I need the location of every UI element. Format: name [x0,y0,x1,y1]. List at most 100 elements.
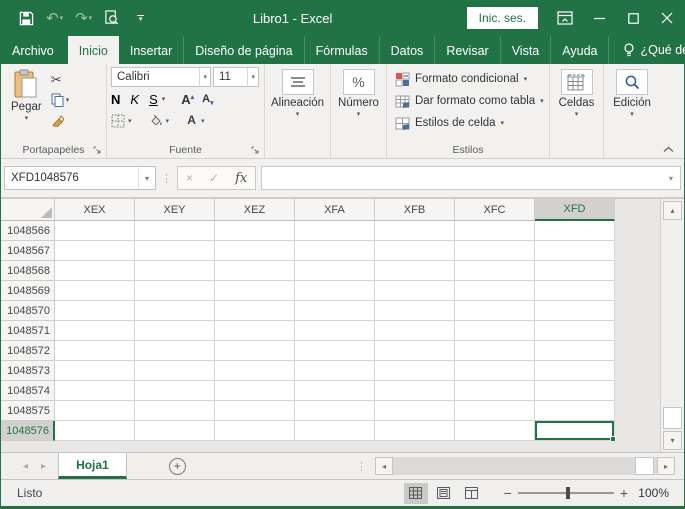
save-button[interactable] [15,9,38,28]
page-layout-view-button[interactable] [432,483,456,504]
cell-XEY1048575[interactable] [135,401,215,421]
cell-XFD1048572[interactable] [535,341,615,361]
cell-XFC1048567[interactable] [455,241,535,261]
cell-XEY1048573[interactable] [135,361,215,381]
cell-XEY1048576[interactable] [135,421,215,441]
cell-XEZ1048568[interactable] [215,261,295,281]
cell-XEY1048572[interactable] [135,341,215,361]
cell-XFB1048568[interactable] [375,261,455,281]
cell-XEX1048576[interactable] [55,421,135,441]
zoom-in-button[interactable]: + [614,485,634,501]
tab-archivo[interactable]: Archivo [1,36,68,64]
cell-XEZ1048567[interactable] [215,241,295,261]
alignment-button[interactable]: Alineación ▾ [265,67,330,142]
confirm-entry-icon[interactable]: ✓ [209,171,219,185]
cell-XFD1048567[interactable] [535,241,615,261]
cell-XFC1048573[interactable] [455,361,535,381]
formula-input[interactable]: ▾ [261,166,681,190]
zoom-slider-thumb[interactable] [565,487,570,499]
format-as-table-button[interactable]: Dar formato como tabla ▾ [391,91,548,111]
sign-in-button[interactable]: Inic. ses. [466,7,538,29]
tab-datos[interactable]: Datos [380,36,436,64]
cell-XFB1048573[interactable] [375,361,455,381]
name-box[interactable]: XFD1048576 ▾ [4,166,156,190]
redo-caret-icon[interactable]: ▾ [89,14,93,22]
cell-XFC1048571[interactable] [455,321,535,341]
cell-XEZ1048570[interactable] [215,301,295,321]
cell-XFB1048575[interactable] [375,401,455,421]
cell-XFD1048569[interactable] [535,281,615,301]
cell-XFC1048574[interactable] [455,381,535,401]
cell-XFB1048570[interactable] [375,301,455,321]
row-header-1048566[interactable]: 1048566 [1,221,55,241]
tab-vista[interactable]: Vista [501,36,552,64]
cell-XEY1048567[interactable] [135,241,215,261]
tab-insertar[interactable]: Insertar [119,36,185,64]
print-preview-button[interactable] [100,8,123,28]
shrink-font-button[interactable]: A▾ [202,93,213,107]
row-header-1048572[interactable]: 1048572 [1,341,55,361]
horizontal-scroll-track[interactable] [393,457,657,475]
page-break-view-button[interactable] [460,483,484,504]
cell-XFB1048576[interactable] [375,421,455,441]
cell-XFB1048566[interactable] [375,221,455,241]
grow-font-button[interactable]: A▴ [181,92,194,107]
cell-XFA1048576[interactable] [295,421,375,441]
column-header-XEY[interactable]: XEY [135,199,215,221]
minimize-button[interactable] [582,0,616,36]
row-header-1048571[interactable]: 1048571 [1,321,55,341]
cell-XFD1048571[interactable] [535,321,615,341]
row-header-1048567[interactable]: 1048567 [1,241,55,261]
tab-dise-o-de-p-gina[interactable]: Diseño de página [184,36,305,64]
tab-ayuda[interactable]: Ayuda [551,36,610,64]
column-header-XEX[interactable]: XEX [55,199,135,221]
editing-button[interactable]: Edición ▾ [607,67,657,142]
cell-XFB1048569[interactable] [375,281,455,301]
cell-XEZ1048572[interactable] [215,341,295,361]
cell-XEY1048569[interactable] [135,281,215,301]
cell-XFA1048575[interactable] [295,401,375,421]
cell-XEX1048570[interactable] [55,301,135,321]
maximize-button[interactable] [616,0,650,36]
next-sheet-icon[interactable]: ▸ [41,461,46,472]
row-header-1048568[interactable]: 1048568 [1,261,55,281]
tab-revisar[interactable]: Revisar [435,36,501,64]
cell-XFA1048572[interactable] [295,341,375,361]
row-header-1048574[interactable]: 1048574 [1,381,55,401]
tab-inicio[interactable]: Inicio [67,36,119,64]
cell-XFB1048567[interactable] [375,241,455,261]
cell-XFD1048568[interactable] [535,261,615,281]
cell-XFD1048573[interactable] [535,361,615,381]
cell-XEX1048574[interactable] [55,381,135,401]
row-header-1048576[interactable]: 1048576 [1,421,55,441]
scroll-up-button[interactable]: ▴ [663,201,682,220]
column-header-XFB[interactable]: XFB [375,199,455,221]
cell-XFC1048572[interactable] [455,341,535,361]
formula-expand-icon[interactable]: ▾ [669,174,680,183]
cell-XFC1048566[interactable] [455,221,535,241]
cell-XEZ1048574[interactable] [215,381,295,401]
column-header-XEZ[interactable]: XEZ [215,199,295,221]
bold-button[interactable]: N [111,92,120,107]
tab-f-rmulas[interactable]: Fórmulas [305,36,380,64]
cancel-entry-icon[interactable]: × [186,171,193,185]
italic-button[interactable]: K [130,92,139,107]
normal-view-button[interactable] [403,482,428,504]
name-box-caret-icon[interactable]: ▾ [137,167,155,189]
cell-XFA1048567[interactable] [295,241,375,261]
cell-XFD1048575[interactable] [535,401,615,421]
cell-XEX1048572[interactable] [55,341,135,361]
cell-XFC1048568[interactable] [455,261,535,281]
cell-XEX1048567[interactable] [55,241,135,261]
cell-XFA1048566[interactable] [295,221,375,241]
cell-XEX1048575[interactable] [55,401,135,421]
cell-XEX1048566[interactable] [55,221,135,241]
cell-XFD1048566[interactable] [535,221,615,241]
cell-XFA1048571[interactable] [295,321,375,341]
row-header-1048575[interactable]: 1048575 [1,401,55,421]
cell-styles-button[interactable]: Estilos de celda ▾ [391,113,548,133]
cell-XFB1048571[interactable] [375,321,455,341]
vertical-scrollbar[interactable]: ▴ ▾ [660,199,684,452]
clipboard-dialog-launcher[interactable] [93,146,103,156]
fill-handle[interactable] [610,436,616,442]
